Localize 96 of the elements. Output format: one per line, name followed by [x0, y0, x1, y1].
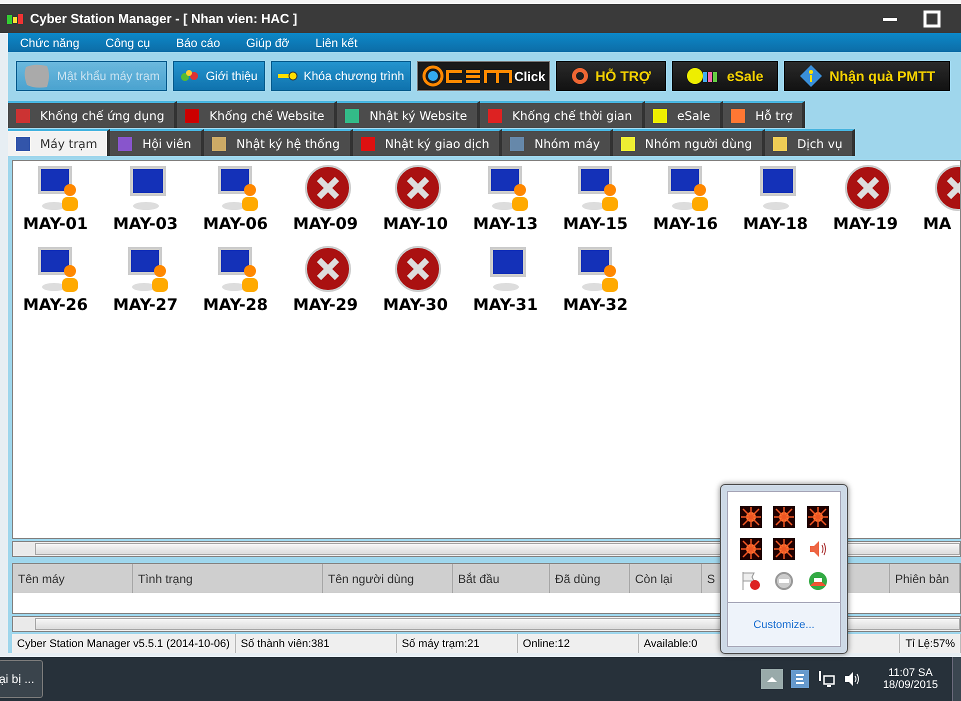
- maximize-icon[interactable]: [923, 10, 941, 28]
- sun-tray-icon[interactable]: [773, 538, 795, 560]
- machine-name: MAY-32: [562, 295, 628, 314]
- machine-name: MAY-03: [112, 214, 178, 233]
- tab[interactable]: Hội viên: [110, 129, 204, 156]
- column-header[interactable]: Phiên bản: [890, 564, 960, 593]
- csm-click-button[interactable]: Click: [417, 61, 550, 91]
- blob-icon: [23, 63, 51, 89]
- column-header[interactable]: Bắt đầu: [453, 564, 550, 593]
- error-icon[interactable]: [304, 245, 352, 293]
- window-title: Cyber Station Manager - [ Nhan vien: HAC ]: [30, 11, 298, 26]
- sun-tray-icon[interactable]: [740, 506, 762, 528]
- machine-name: MA: [922, 214, 952, 233]
- clock[interactable]: 11:07 SA 18/09/2015: [882, 667, 938, 691]
- tab-icon: [118, 136, 132, 150]
- tab-icon: [360, 136, 375, 150]
- machine-name: MAY-31: [472, 295, 538, 314]
- lifebuoy-icon: [571, 67, 590, 85]
- diamond-icon: [799, 64, 824, 88]
- status-text: Số thành viên:381: [236, 634, 397, 653]
- tab[interactable]: eSale: [645, 101, 724, 128]
- machine-name: MAY-06: [202, 214, 268, 233]
- machine-name: MAY-15: [562, 214, 628, 233]
- tab[interactable]: Khống chế thời gian: [480, 101, 646, 128]
- machine-name: MAY-19: [832, 214, 898, 233]
- tab-icon: [16, 108, 30, 122]
- error-icon[interactable]: [844, 164, 892, 212]
- column-header[interactable]: Còn lại: [630, 564, 702, 593]
- machine-name: MAY-29: [292, 295, 358, 314]
- status-text: Cyber Station Manager v5.5.1 (2014-10-06): [12, 634, 236, 653]
- tab[interactable]: Máy trạm: [8, 129, 110, 156]
- sun-tray-icon[interactable]: [806, 506, 828, 528]
- volume-icon[interactable]: [842, 670, 861, 688]
- machine-name: MAY-09: [292, 214, 358, 233]
- status-text: Số máy trạm:21: [396, 634, 518, 653]
- menu-item[interactable]: Công cụ: [105, 36, 150, 50]
- tab[interactable]: Khống chế ứng dụng: [8, 101, 178, 128]
- column-header[interactable]: Đã dùng: [550, 564, 630, 593]
- error-icon[interactable]: [394, 245, 442, 293]
- tab[interactable]: Dịch vụ: [765, 129, 856, 156]
- toolbar-button[interactable]: HỖ TRỢ: [556, 61, 666, 91]
- toolbar-button[interactable]: Nhận quà PMTT: [784, 61, 950, 91]
- tab[interactable]: Nhóm người dùng: [612, 129, 766, 156]
- network-icon[interactable]: [816, 670, 835, 688]
- toolbar-button[interactable]: Giới thiệu: [172, 61, 265, 91]
- key-icon: [278, 71, 298, 81]
- tab[interactable]: Khống chế Website: [177, 101, 338, 128]
- tab-icon: [212, 136, 226, 150]
- machine-name: MAY-28: [202, 295, 268, 314]
- csm-logo-icon: [422, 65, 514, 87]
- clock-time: 11:07 SA: [888, 667, 933, 679]
- people-icon: [180, 68, 200, 84]
- sun-tray-icon[interactable]: [740, 538, 762, 560]
- status-text: Online:12: [518, 634, 639, 653]
- status-text: Tỉ Lệ:57%: [900, 634, 961, 653]
- menu-item[interactable]: Chức năng: [20, 36, 80, 50]
- customize-link[interactable]: Customize...: [753, 618, 815, 630]
- tab-icon: [345, 108, 360, 122]
- tab[interactable]: Nhật ký Website: [337, 101, 480, 128]
- column-header[interactable]: Tên máy: [13, 564, 133, 593]
- machine-name: MAY-26: [22, 295, 88, 314]
- tab-icon: [185, 108, 200, 122]
- tab-icon: [510, 136, 524, 150]
- tab-icon: [16, 136, 30, 150]
- menu-item[interactable]: Giúp đỡ: [246, 36, 290, 50]
- machine-name: MAY-18: [742, 214, 808, 233]
- machine-name: MAY-16: [652, 214, 718, 233]
- tab[interactable]: Nhật ký hệ thống: [204, 129, 353, 156]
- tab-icon: [620, 136, 635, 150]
- toolbar-button[interactable]: eSale: [672, 61, 778, 91]
- tab[interactable]: Nhóm máy: [502, 129, 613, 156]
- app-icon: [6, 12, 24, 26]
- machine-name: MAY-27: [112, 295, 178, 314]
- error-icon[interactable]: [394, 164, 442, 212]
- tab-icon: [653, 108, 668, 122]
- e-tray-icon[interactable]: [790, 670, 809, 688]
- machine-name: MAY-13: [472, 214, 538, 233]
- machine-name: MAY-10: [382, 214, 448, 233]
- sun-tray-icon[interactable]: [773, 506, 795, 528]
- column-header[interactable]: Tên người dùng: [323, 564, 453, 593]
- gamepad-icon[interactable]: [806, 570, 828, 592]
- tab-icon: [773, 136, 788, 150]
- error-icon[interactable]: [304, 164, 352, 212]
- clock-date: 18/09/2015: [882, 679, 938, 691]
- toolbar-button[interactable]: Khóa chương trình: [270, 61, 412, 91]
- tab-icon: [488, 108, 502, 122]
- machine-name: MAY-01: [22, 214, 88, 233]
- flag-error-icon[interactable]: [740, 570, 762, 592]
- tab[interactable]: Hỗ trợ: [723, 101, 806, 128]
- machine-name: MAY-30: [382, 295, 448, 314]
- menu-item[interactable]: Báo cáo: [176, 36, 220, 50]
- menu-item[interactable]: Liên kết: [315, 36, 358, 50]
- column-header[interactable]: Tình trạng: [133, 564, 323, 593]
- tab[interactable]: Nhật ký giao dịch: [352, 129, 502, 156]
- tab-icon: [731, 108, 746, 122]
- show-hidden-icons-button[interactable]: [760, 669, 783, 689]
